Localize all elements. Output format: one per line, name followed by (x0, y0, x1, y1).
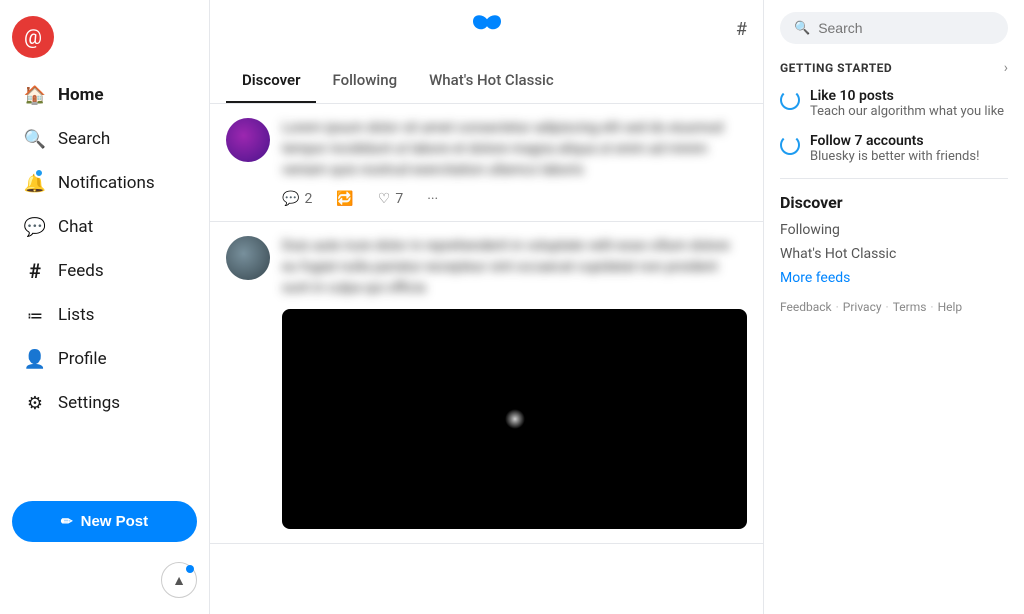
post-item: Lorem ipsum dolor sit amet consectetur a… (210, 104, 763, 222)
search-icon: 🔍 (794, 21, 810, 36)
sidebar-item-search[interactable]: 🔍 Search (12, 118, 197, 160)
footer-link-privacy[interactable]: Privacy (843, 300, 882, 314)
chevron-up-icon: ▲ (172, 572, 186, 589)
hash-icon: # (24, 260, 46, 282)
logo-button[interactable]: @ (12, 16, 54, 58)
footer-link-terms[interactable]: Terms (893, 300, 927, 314)
new-post-button[interactable]: ✏ New Post (12, 501, 197, 542)
chevron-right-icon[interactable]: › (1004, 60, 1008, 76)
footer-separator: · (886, 300, 889, 314)
progress-spinner (780, 135, 800, 155)
hashtag-icon[interactable]: # (736, 19, 747, 40)
post-image (282, 309, 747, 529)
sidebar-item-home[interactable]: 🏠 Home (12, 74, 197, 116)
sidebar: @ 🏠 Home 🔍 Search 🔔 Notifications 💬 Chat… (0, 0, 210, 614)
gs-item-text: Like 10 posts Teach our algorithm what y… (810, 88, 1004, 119)
post-text: Duis aute irure dolor in reprehenderit i… (282, 236, 747, 299)
post-text: Lorem ipsum dolor sit amet consectetur a… (282, 118, 747, 181)
discover-link-following[interactable]: Following (780, 222, 1008, 238)
sidebar-item-label: Search (58, 129, 110, 149)
avatar (226, 236, 270, 280)
sidebar-item-label: Home (58, 85, 104, 105)
more-action[interactable]: ··· (427, 191, 438, 207)
notification-badge (34, 168, 44, 178)
main-feed: # Discover Following What's Hot Classic … (210, 0, 764, 614)
repost-icon: 🔁 (336, 191, 353, 207)
gs-item-follow: Follow 7 accounts Bluesky is better with… (780, 133, 1008, 164)
sidebar-item-label: Lists (58, 305, 94, 325)
getting-started-title: GETTING STARTED (780, 61, 892, 75)
gs-item-subtitle: Teach our algorithm what you like (810, 104, 1004, 119)
footer-separator: · (930, 300, 933, 314)
search-box[interactable]: 🔍 (780, 12, 1008, 44)
sidebar-item-profile[interactable]: 👤 Profile (12, 338, 197, 380)
getting-started-header: GETTING STARTED › (780, 60, 1008, 76)
sidebar-item-label: Feeds (58, 261, 104, 281)
feed-tabs: Discover Following What's Hot Classic (210, 59, 763, 104)
footer-links: Feedback · Privacy · Terms · Help (780, 300, 1008, 314)
at-icon: @ (24, 25, 42, 49)
heart-icon: ♡ (378, 191, 391, 207)
discover-link-whats-hot[interactable]: What's Hot Classic (780, 246, 1008, 262)
settings-icon: ⚙ (24, 392, 46, 414)
edit-icon: ✏ (61, 513, 73, 530)
home-icon: 🏠 (24, 84, 46, 106)
lists-icon: ≔ (24, 304, 46, 326)
progress-spinner (780, 90, 800, 110)
tab-following[interactable]: Following (316, 59, 413, 103)
footer-link-help[interactable]: Help (938, 300, 963, 314)
right-sidebar: 🔍 GETTING STARTED › Like 10 posts Teach … (764, 0, 1024, 614)
profile-icon: 👤 (24, 348, 46, 370)
like-count: 7 (395, 191, 403, 207)
footer-separator: · (836, 300, 839, 314)
gs-item-title: Follow 7 accounts (810, 133, 979, 149)
image-glow (505, 409, 525, 429)
sidebar-item-label: Settings (58, 393, 120, 413)
post-body: Lorem ipsum dolor sit amet consectetur a… (282, 118, 747, 207)
tab-whats-hot[interactable]: What's Hot Classic (413, 59, 570, 103)
footer-link-feedback[interactable]: Feedback (780, 300, 832, 314)
sidebar-item-lists[interactable]: ≔ Lists (12, 294, 197, 336)
nav-menu: 🏠 Home 🔍 Search 🔔 Notifications 💬 Chat #… (12, 74, 197, 485)
post-item: Duis aute irure dolor in reprehenderit i… (210, 222, 763, 544)
ellipsis-icon: ··· (427, 191, 438, 207)
search-icon: 🔍 (24, 128, 46, 150)
sidebar-item-label: Chat (58, 217, 93, 237)
gs-item-likes: Like 10 posts Teach our algorithm what y… (780, 88, 1008, 119)
sidebar-item-chat[interactable]: 💬 Chat (12, 206, 197, 248)
scroll-top-dot (186, 565, 194, 573)
sidebar-item-feeds[interactable]: # Feeds (12, 250, 197, 292)
chat-icon: 💬 (24, 216, 46, 238)
scroll-top-button[interactable]: ▲ (161, 562, 197, 598)
reply-icon: 💬 (282, 191, 299, 207)
reply-count: 2 (304, 191, 312, 207)
feed-header: # (210, 0, 763, 59)
sidebar-item-label: Profile (58, 349, 107, 369)
gs-item-subtitle: Bluesky is better with friends! (810, 149, 979, 164)
post-actions: 💬 2 🔁 ♡ 7 ··· (282, 191, 747, 207)
search-input[interactable] (818, 20, 994, 36)
feed-content: Lorem ipsum dolor sit amet consectetur a… (210, 104, 763, 614)
avatar (226, 118, 270, 162)
divider (780, 178, 1008, 179)
discover-section-title: Discover (780, 193, 1008, 212)
gs-item-text: Follow 7 accounts Bluesky is better with… (810, 133, 979, 164)
post-body: Duis aute irure dolor in reprehenderit i… (282, 236, 747, 529)
repost-action[interactable]: 🔁 (336, 191, 353, 207)
sidebar-item-settings[interactable]: ⚙ Settings (12, 382, 197, 424)
bluesky-logo (473, 12, 501, 47)
sidebar-item-notifications[interactable]: 🔔 Notifications (12, 162, 197, 204)
discover-link-more-feeds[interactable]: More feeds (780, 270, 1008, 286)
reply-action[interactable]: 💬 2 (282, 191, 312, 207)
like-action[interactable]: ♡ 7 (378, 191, 403, 207)
tab-discover[interactable]: Discover (226, 59, 316, 103)
new-post-label: New Post (81, 513, 149, 530)
gs-item-title: Like 10 posts (810, 88, 1004, 104)
sidebar-item-label: Notifications (58, 173, 155, 193)
